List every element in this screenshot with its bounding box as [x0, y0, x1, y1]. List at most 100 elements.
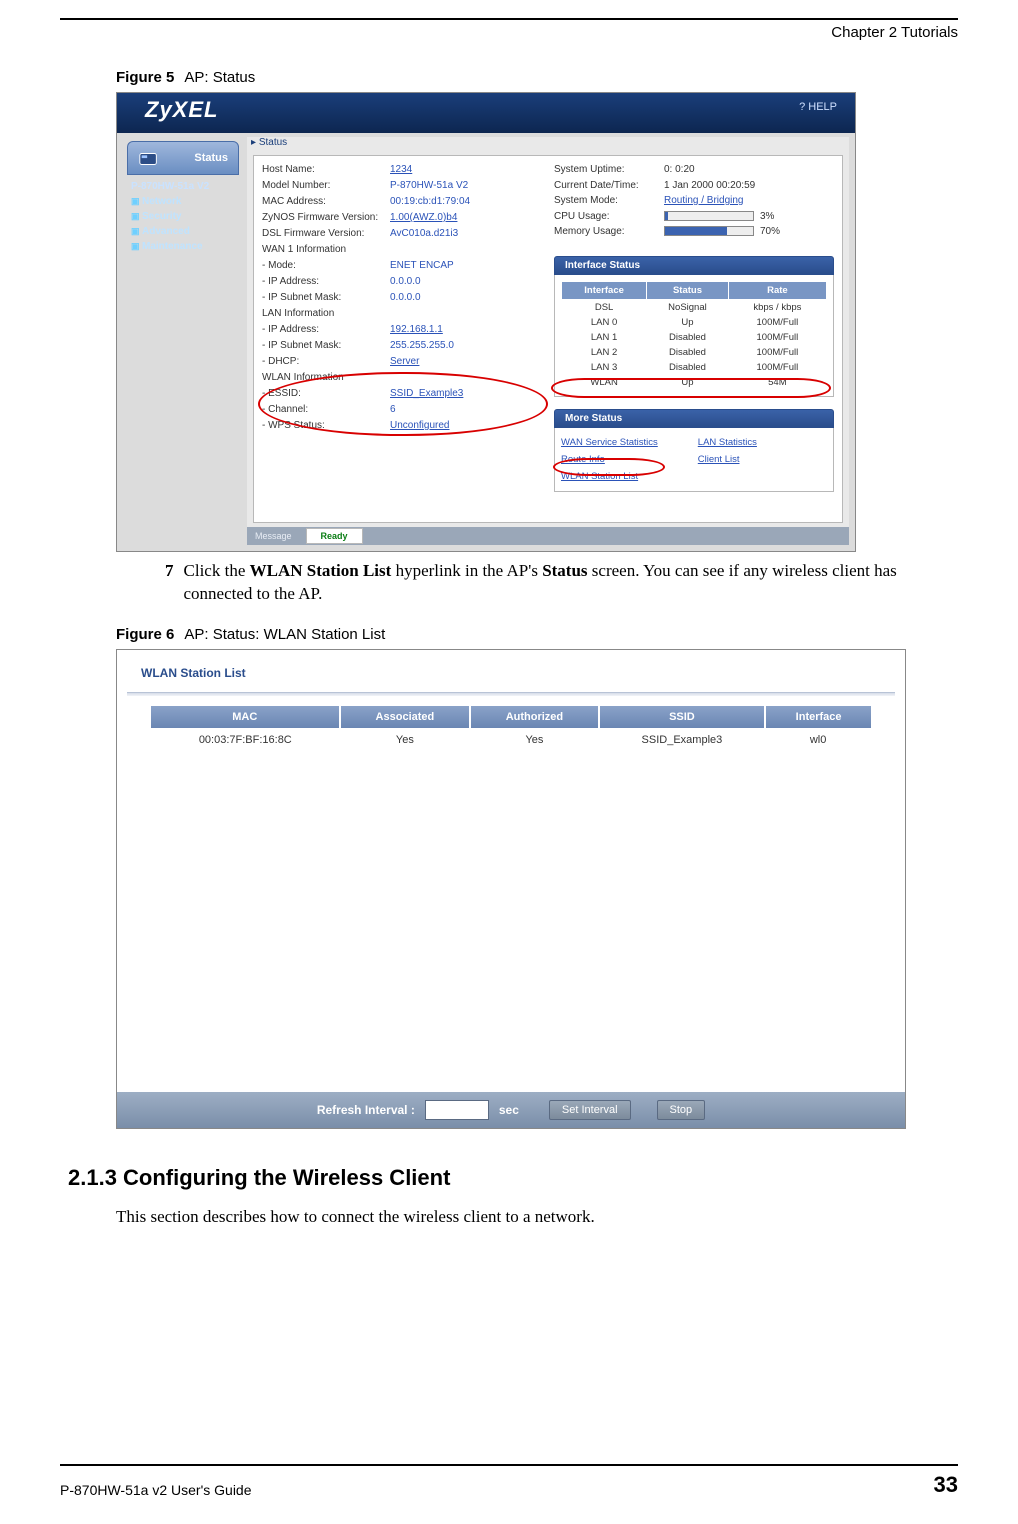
status-field-value: 6	[390, 402, 396, 418]
link-client-list[interactable]: Client List	[698, 454, 740, 465]
figure5-caption-label: Figure 5	[116, 69, 174, 86]
table-row: LAN 0Up100M/Full	[562, 315, 827, 330]
status-field-label: - ESSID:	[262, 386, 390, 402]
section-heading: 2.1.3 Configuring the Wireless Client	[68, 1165, 958, 1191]
status-field-label: ZyNOS Firmware Version:	[262, 210, 390, 226]
figure5-caption: Figure 5 AP: Status	[116, 69, 958, 86]
status-field-label: DSL Firmware Version:	[262, 226, 390, 242]
wlan-col-header: Associated	[340, 706, 471, 728]
refresh-interval-input[interactable]	[425, 1100, 489, 1120]
status-field-value: 3%	[664, 209, 774, 225]
sidebar-status-tab[interactable]: Status	[127, 141, 239, 175]
status-field-label: WAN 1 Information	[262, 242, 390, 258]
step-number: 7	[150, 560, 174, 606]
status-field-label: - WPS Status:	[262, 418, 390, 434]
wlan-station-list-title: WLAN Station List	[141, 666, 895, 680]
status-field-value[interactable]: Server	[390, 354, 419, 370]
set-interval-button[interactable]: Set Interval	[549, 1100, 631, 1120]
sec-label: sec	[499, 1103, 519, 1117]
link-route-info[interactable]: Route Info	[561, 454, 605, 465]
sidebar-item-network[interactable]: Network	[127, 194, 239, 209]
status-field-label: CPU Usage:	[554, 209, 664, 225]
breadcrumb: Status	[251, 137, 287, 148]
section-paragraph: This section describes how to connect th…	[116, 1207, 958, 1227]
wlan-col-header: Authorized	[470, 706, 598, 728]
status-field-value[interactable]: 1.00(AWZ.0)b4	[390, 210, 457, 226]
help-link[interactable]: ? HELP	[799, 101, 837, 113]
sidebar-status-label: Status	[194, 152, 228, 164]
status-field-value[interactable]: 1234	[390, 162, 412, 178]
sidebar-item-maintenance[interactable]: Maintenance	[127, 239, 239, 254]
status-field-label: Current Date/Time:	[554, 178, 664, 194]
figure6-caption-label: Figure 6	[116, 626, 174, 643]
status-field-label: System Mode:	[554, 193, 664, 209]
message-bar-status: Ready	[306, 528, 363, 544]
table-row: LAN 3Disabled100M/Full	[562, 360, 827, 375]
figure5-caption-text: AP: Status	[184, 69, 255, 86]
status-field-value: 255.255.255.0	[390, 338, 454, 354]
status-field-value[interactable]: Routing / Bridging	[664, 193, 744, 209]
status-field-label: - IP Address:	[262, 274, 390, 290]
footer-guide-title: P-870HW-51a v2 User's Guide	[60, 1482, 252, 1498]
status-field-value: 0: 0:20	[664, 162, 695, 178]
status-field-label: - Channel:	[262, 402, 390, 418]
table-row: LAN 2Disabled100M/Full	[562, 345, 827, 360]
status-field-value[interactable]: SSID_Example3	[390, 386, 463, 402]
wlan-col-header: MAC	[151, 706, 340, 728]
step-text: Click the WLAN Station List hyperlink in…	[184, 560, 958, 606]
status-field-value: AvC010a.d21i3	[390, 226, 458, 242]
interface-status-header: Interface Status	[554, 256, 834, 275]
status-field-value: 70%	[664, 224, 780, 240]
status-field-value[interactable]: 192.168.1.1	[390, 322, 443, 338]
iface-col-header: Interface	[562, 281, 647, 299]
interface-status-table: InterfaceStatusRate DSLNoSignalkbps / kb…	[561, 281, 827, 390]
sidebar-model-label: P-870HW-51a V2	[131, 181, 239, 192]
link-wlan-station-list[interactable]: WLAN Station List	[561, 471, 638, 482]
table-row: LAN 1Disabled100M/Full	[562, 330, 827, 345]
refresh-interval-label: Refresh Interval :	[317, 1103, 415, 1117]
sidebar-item-advanced[interactable]: Advanced	[127, 224, 239, 239]
status-field-value: 1 Jan 2000 00:20:59	[664, 178, 755, 194]
status-field-label: WLAN Information	[262, 370, 390, 386]
table-row: DSLNoSignalkbps / kbps	[562, 299, 827, 315]
status-field-label: LAN Information	[262, 306, 390, 322]
link-lan-statistics[interactable]: LAN Statistics	[698, 437, 757, 448]
figure6-caption-text: AP: Status: WLAN Station List	[184, 626, 385, 643]
status-field-label: Host Name:	[262, 162, 390, 178]
wlan-station-list-table: MACAssociatedAuthorizedSSIDInterface 00:…	[151, 706, 871, 752]
wlan-col-header: SSID	[599, 706, 766, 728]
zyxel-logo: ZyXEL	[145, 97, 218, 123]
refresh-footer: Refresh Interval : sec Set Interval Stop	[117, 1092, 905, 1128]
wlan-col-header: Interface	[765, 706, 871, 728]
status-field-label: - IP Subnet Mask:	[262, 338, 390, 354]
status-field-value[interactable]: Unconfigured	[390, 418, 449, 434]
stop-button[interactable]: Stop	[657, 1100, 706, 1120]
status-field-label: - DHCP:	[262, 354, 390, 370]
more-status-header: More Status	[554, 409, 834, 428]
message-bar-label: Message	[247, 531, 300, 541]
sidebar-item-security[interactable]: Security	[127, 209, 239, 224]
page-number: 33	[934, 1472, 958, 1498]
status-field-label: - IP Address:	[262, 322, 390, 338]
status-field-value: 0.0.0.0	[390, 274, 421, 290]
status-field-value: ENET ENCAP	[390, 258, 454, 274]
link-wan-service-statistics[interactable]: WAN Service Statistics	[561, 437, 658, 448]
table-row: WLANUp54M	[562, 375, 827, 390]
figure5-screenshot: ZyXEL ? HELP Status P-870HW-51a V2 Netwo…	[116, 92, 856, 552]
status-field-label: System Uptime:	[554, 162, 664, 178]
status-field-value: 0.0.0.0	[390, 290, 421, 306]
figure6-screenshot: WLAN Station List MACAssociatedAuthorize…	[116, 649, 906, 1129]
status-field-label: - Mode:	[262, 258, 390, 274]
chapter-header: Chapter 2 Tutorials	[60, 24, 958, 41]
table-row: 00:03:7F:BF:16:8CYesYesSSID_Example3wl0	[151, 728, 871, 752]
status-field-value: P-870HW-51a V2	[390, 178, 468, 194]
iface-col-header: Status	[647, 281, 729, 299]
status-field-label: Model Number:	[262, 178, 390, 194]
status-field-label: - IP Subnet Mask:	[262, 290, 390, 306]
status-field-label: MAC Address:	[262, 194, 390, 210]
iface-col-header: Rate	[728, 281, 826, 299]
status-icon	[138, 148, 160, 170]
step-7: 7 Click the WLAN Station List hyperlink …	[150, 560, 958, 606]
status-field-label: Memory Usage:	[554, 224, 664, 240]
figure6-caption: Figure 6 AP: Status: WLAN Station List	[116, 626, 958, 643]
